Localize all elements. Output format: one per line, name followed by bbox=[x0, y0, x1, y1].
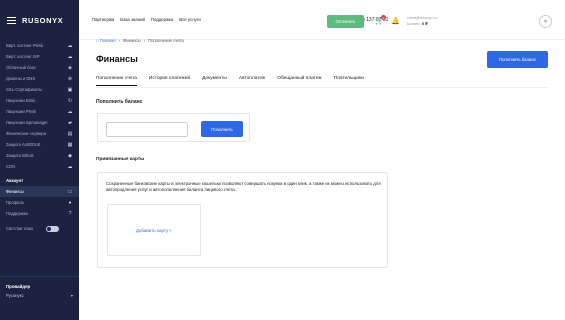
server-icon: ▤ bbox=[67, 130, 73, 137]
shield-icon: ◆ bbox=[68, 152, 72, 159]
sidebar-item-label: Домены и DNS bbox=[6, 76, 36, 81]
sidebar-item[interactable]: Вирт. хостинг ISP ☁ bbox=[0, 51, 79, 62]
person-icon: ● bbox=[68, 199, 72, 206]
cards-box: Сохраненные банковские карты и электронн… bbox=[97, 172, 388, 268]
tab[interactable]: История платежей bbox=[149, 76, 190, 86]
add-card-button[interactable]: Добавить карту + bbox=[107, 204, 201, 256]
provider-title: Провайдер bbox=[6, 284, 31, 289]
sidebar-item[interactable]: Профиль ● bbox=[0, 197, 79, 208]
breadcrumb-home[interactable]: ⌂ Главная bbox=[96, 38, 116, 43]
tab[interactable]: Автоплатеж bbox=[239, 76, 265, 86]
sidebar-item[interactable]: Защита Whois ◆ bbox=[0, 150, 79, 161]
sidebar-item-label: CDN bbox=[6, 164, 16, 169]
pay-button[interactable]: Оплатить bbox=[327, 15, 364, 28]
sidebar-item-label: Защита AntiDDoS bbox=[6, 142, 41, 147]
sidebar-account: Финансы ▭ Профиль ● Поддержка? bbox=[0, 186, 79, 219]
bell-icon[interactable]: 🔔 bbox=[391, 17, 400, 25]
sidebar-item-label: Поддержка bbox=[6, 211, 28, 216]
sidebar-services: Вирт. хостинг Plesk ☁ Вирт. хостинг ISP ☁ Об… bbox=[0, 40, 79, 172]
sidebar-item[interactable]: Облачный бокс ◈ bbox=[0, 62, 79, 73]
sidebar-item-label: SSL-Сертификаты bbox=[6, 87, 43, 92]
sidebar-item[interactable]: CDN ☁ bbox=[0, 161, 79, 172]
top-header: Партнерам База знаний Поддержка Все услуги … bbox=[79, 0, 565, 40]
sidebar-item[interactable]: SSL-Сертификаты ▣ bbox=[0, 84, 79, 95]
app-root: RUSONYX Вирт. хостинг Plesk ☁ Вирт. хостин… bbox=[0, 0, 565, 320]
menu-icon[interactable] bbox=[7, 16, 16, 24]
cards-section-title: Привязанные карты bbox=[96, 157, 145, 162]
theme-toggle[interactable] bbox=[46, 225, 59, 232]
sidebar-item[interactable]: Лицензии Bitrix ↻ bbox=[0, 95, 79, 106]
sidebar-item-label: Лицензии ispmanager bbox=[6, 120, 48, 125]
cards-description: Сохраненные банковские карты и электронн… bbox=[106, 181, 381, 192]
page-title: Финансы bbox=[96, 54, 138, 64]
provider-value: Русонукс bbox=[6, 293, 24, 298]
balance-value: 0 ₽ bbox=[422, 22, 428, 26]
theme-label: Светлая тема bbox=[6, 226, 33, 231]
sidebar-item-label: Профиль bbox=[6, 200, 25, 205]
sidebar-top: RUSONYX bbox=[0, 0, 79, 40]
sidebar-account-title: Аккаунт bbox=[6, 178, 24, 183]
nav-link[interactable]: Все услуги bbox=[179, 17, 200, 22]
nav-link[interactable]: Поддержка bbox=[151, 17, 173, 22]
finance-tabs: Пополнение счета История платежей Документ… bbox=[96, 76, 364, 86]
chevron-down-icon: ▾ bbox=[70, 293, 73, 298]
help-icon: ? bbox=[68, 210, 72, 217]
sidebar-item-label: Физические сервера bbox=[6, 131, 46, 136]
sidebar-item-label: Лицензии Bitrix bbox=[6, 98, 36, 103]
sidebar-item[interactable]: Домены и DNS ⊕ bbox=[0, 73, 79, 84]
amount-input[interactable] bbox=[106, 122, 188, 137]
wallet-icon: ▭ bbox=[67, 188, 73, 195]
breadcrumb-item-topup: Пополнение счета bbox=[148, 38, 184, 43]
tab[interactable]: Пополнение счета bbox=[96, 76, 137, 86]
layers-icon: ◈ bbox=[68, 64, 72, 71]
breadcrumb-separator: › bbox=[143, 38, 146, 43]
cart-badge: 0 bbox=[381, 15, 386, 20]
sidebar-item[interactable]: Физические сервера ▤ bbox=[0, 128, 79, 139]
sidebar-item-label: Вирт. хостинг Plesk bbox=[6, 43, 44, 48]
logo[interactable]: RUSONYX bbox=[22, 16, 63, 25]
breadcrumb-item-finance[interactable]: Финансы bbox=[123, 38, 141, 43]
sidebar-item[interactable]: Лицензии Plesk ☁ bbox=[0, 106, 79, 117]
sidebar-item[interactable]: Финансы ▭ bbox=[0, 186, 79, 197]
nav-link[interactable]: Партнерам bbox=[92, 17, 114, 22]
sidebar-item[interactable]: Лицензии ispmanager ▰ bbox=[0, 117, 79, 128]
breadcrumb: ⌂ Главная › Финансы › Пополнение счета bbox=[96, 38, 184, 43]
refresh-icon: ↻ bbox=[67, 97, 73, 104]
balance-label: Баланс: bbox=[407, 22, 421, 26]
user-info[interactable]: client@rusonyx.ru Баланс: 0 ₽ bbox=[407, 15, 437, 27]
topup-box: Пополнить bbox=[97, 113, 250, 142]
topup-submit-button[interactable]: Пополнить bbox=[201, 121, 243, 137]
balance: Баланс: 0 ₽ bbox=[407, 21, 437, 27]
top-up-balance-button[interactable]: Пополнить баланс bbox=[487, 51, 548, 68]
tab[interactable]: Обещанный платеж bbox=[277, 76, 321, 86]
topup-section-title: Пополнить баланс bbox=[96, 99, 143, 105]
sidebar-item-label: Вирт. хостинг ISP bbox=[6, 54, 40, 59]
sidebar-item-label: Защита Whois bbox=[6, 153, 34, 158]
provider-select[interactable]: Русонукс ▾ bbox=[6, 293, 73, 298]
cloud-icon: ☁ bbox=[67, 108, 73, 115]
top-nav: Партнерам База знаний Поддержка Все услуги bbox=[92, 17, 201, 22]
cloud-network-icon: ☁ bbox=[67, 163, 73, 170]
avatar[interactable]: ● bbox=[539, 15, 552, 28]
sidebar-item[interactable]: Вирт. хостинг Plesk ☁ bbox=[0, 40, 79, 51]
nav-link[interactable]: База знаний bbox=[120, 17, 145, 22]
theme-toggle-row[interactable]: Светлая тема bbox=[0, 223, 79, 234]
sidebar-item-label: Финансы bbox=[6, 189, 24, 194]
sidebar-item[interactable]: Защита AntiDDoS ▦ bbox=[0, 139, 79, 150]
sidebar-item-label: Облачный бокс bbox=[6, 65, 36, 70]
cloud-icon: ☁ bbox=[67, 53, 73, 60]
lock-icon: ▣ bbox=[67, 86, 73, 93]
sidebar-item-label: Лицензии Plesk bbox=[6, 109, 37, 114]
stripes-icon: ▰ bbox=[68, 119, 72, 126]
cloud-gear-icon: ☁ bbox=[67, 42, 73, 49]
globe-icon: ⊕ bbox=[67, 75, 73, 82]
tab[interactable]: Плательщики bbox=[334, 76, 364, 86]
sidebar-item[interactable]: Поддержка? bbox=[0, 208, 79, 219]
provider-block: Провайдер Русонукс ▾ bbox=[0, 276, 79, 320]
sidebar: RUSONYX Вирт. хостинг Plesk ☁ Вирт. хостин… bbox=[0, 0, 79, 320]
breadcrumb-separator: › bbox=[118, 38, 121, 43]
tab[interactable]: Документы bbox=[202, 76, 227, 86]
tabs-divider bbox=[96, 87, 548, 88]
grid-icon: ▦ bbox=[67, 141, 73, 148]
